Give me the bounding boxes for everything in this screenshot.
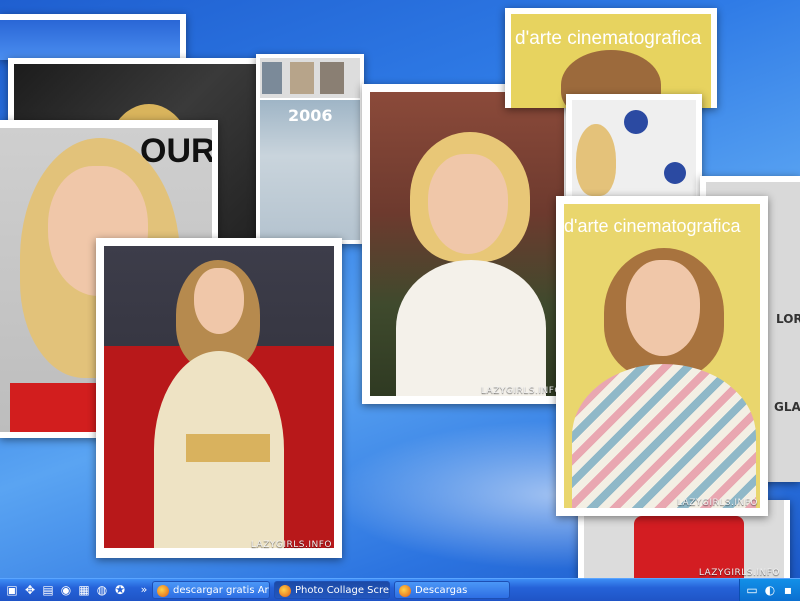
taskbar: ▣ ✥ ▤ ◉ ▦ ◍ ✪ » descargar gratis Ares...… [0,578,800,601]
quicklaunch-icon-1[interactable]: ▣ [4,582,20,598]
taskbar-button-photo-collage[interactable]: Photo Collage Screen... [274,581,390,599]
banner-mid-text: d'arte cinematografica [564,216,741,236]
tray-icon-2[interactable]: ◐ [762,582,778,598]
partial-text-1: GLAM [774,400,800,414]
photo-card-top-left [0,14,186,60]
photo-card-thumbnails-2006: 2006 [256,54,364,244]
watermark-pearls: LAZYGIRLS.INFO [480,386,562,396]
firefox-icon [399,585,411,597]
year-label: 2006 [288,106,333,125]
photo-card-warner [566,94,702,198]
tray-icon-1[interactable]: ▭ [744,582,760,598]
banner-top-text: d'arte cinematografica [515,28,702,49]
photo-card-cream-dress: LAZYGIRLS.INFO [96,238,342,558]
firefox-icon [157,585,169,597]
quicklaunch-icon-3[interactable]: ▤ [40,582,56,598]
firefox-icon [279,585,291,597]
photo-card-striped-top: d'arte cinematografica LAZYGIRLS.INFO [556,196,768,516]
taskbar-button-label: Photo Collage Screen... [295,585,390,596]
quicklaunch-icon-5[interactable]: ▦ [76,582,92,598]
quicklaunch-icon-6[interactable]: ◍ [94,582,110,598]
taskbar-button-descargas[interactable]: Descargas [394,581,510,599]
photo-card-pearls: LAZYGIRLS.INFO [362,84,572,404]
tray-icon-3[interactable]: ▪ [780,582,796,598]
quicklaunch-icon-2[interactable]: ✥ [22,582,38,598]
warner-logo-icon-2 [664,162,686,184]
taskbar-button-label: Descargas [415,585,468,596]
partial-text-2: LOR [776,312,800,326]
system-tray: ▭ ◐ ▪ [739,579,800,601]
warner-logo-icon [624,110,648,134]
taskbar-button-ares[interactable]: descargar gratis Ares... [152,581,270,599]
watermark-red-bottom: LAZYGIRLS.INFO [698,568,780,578]
watermark-cream: LAZYGIRLS.INFO [250,540,332,550]
watermark-striped: LAZYGIRLS.INFO [676,498,758,508]
taskbar-button-label: descargar gratis Ares... [173,585,269,596]
quicklaunch-more-icon[interactable]: » [136,582,152,598]
quicklaunch-icon-7[interactable]: ✪ [112,582,128,598]
quicklaunch-icon-4[interactable]: ◉ [58,582,74,598]
photo-card-banner-top: d'arte cinematografica [505,8,717,108]
